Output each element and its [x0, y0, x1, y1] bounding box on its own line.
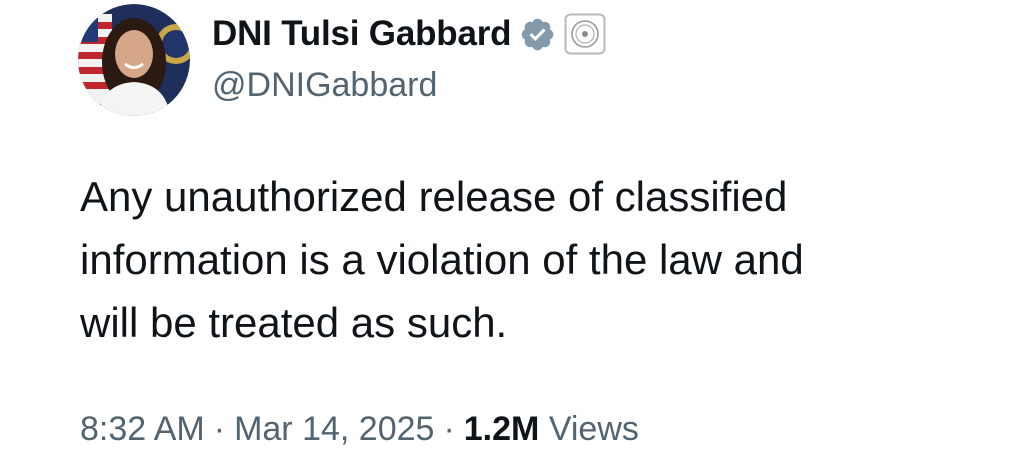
meta-separator: · [213, 410, 226, 448]
views-count[interactable]: 1.2M [464, 410, 540, 448]
tweet-text: Any unauthorized release of classified i… [80, 165, 980, 354]
verified-badge-icon[interactable] [519, 16, 556, 53]
author-name-row: DNI Tulsi Gabbard [212, 12, 606, 56]
tweet-time[interactable]: 8:32 AM [80, 410, 205, 448]
tweet-text-line: information is a violation of the law an… [80, 236, 804, 283]
tweet-date[interactable]: Mar 14, 2025 [234, 410, 434, 448]
tweet-text-line: will be treated as such. [80, 299, 508, 346]
tweet-text-line: Any unauthorized release of classified [80, 173, 788, 220]
government-seal-icon[interactable] [564, 13, 606, 55]
avatar-photo [78, 4, 190, 116]
tweet-meta: 8:32 AM · Mar 14, 2025 · 1.2M Views [80, 410, 639, 449]
meta-separator: · [443, 410, 455, 448]
profile-avatar[interactable] [78, 4, 190, 116]
views-label: Views [548, 410, 639, 448]
author-handle[interactable]: @DNIGabbard [212, 66, 437, 105]
tweet: DNI Tulsi Gabbard @DNIGabbard Any unauth… [0, 0, 1031, 474]
author-display-name[interactable]: DNI Tulsi Gabbard [212, 14, 512, 54]
